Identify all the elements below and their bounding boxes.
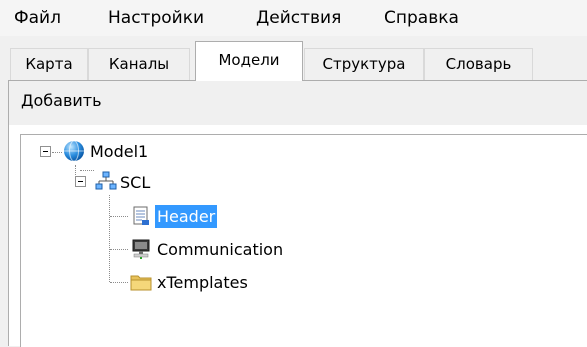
computer-icon xyxy=(132,239,150,259)
tree-node-header[interactable]: Header xyxy=(155,205,218,228)
tree-line xyxy=(52,152,62,153)
tree-node-communication[interactable]: Communication xyxy=(155,238,285,261)
globe-icon xyxy=(64,140,84,162)
toolbar: Добавить xyxy=(9,81,587,125)
tab-map[interactable]: Карта xyxy=(10,48,88,81)
tab-channels[interactable]: Каналы xyxy=(88,48,190,81)
menu-actions[interactable]: Действия xyxy=(256,8,341,28)
tab-models[interactable]: Модели xyxy=(195,41,303,81)
tab-dictionary[interactable]: Словарь xyxy=(424,48,533,81)
tree-line xyxy=(109,195,110,282)
folder-icon xyxy=(130,275,152,291)
collapse-scl-toggle[interactable] xyxy=(75,176,86,187)
menu-settings[interactable]: Настройки xyxy=(108,8,204,28)
document-icon xyxy=(133,206,149,225)
menu-help[interactable]: Справка xyxy=(384,8,459,28)
model-tree[interactable]: Model1 SCL Header Communication xTemplat… xyxy=(20,134,587,347)
tree-line xyxy=(110,216,128,217)
network-icon xyxy=(95,171,117,190)
add-button[interactable]: Добавить xyxy=(21,91,102,110)
tree-node-xtemplates[interactable]: xTemplates xyxy=(155,271,250,294)
menu-file[interactable]: Файл xyxy=(14,8,61,28)
tree-line xyxy=(80,170,94,171)
tree-line xyxy=(110,249,128,250)
menu-bar: Файл Настройки Действия Справка xyxy=(0,0,587,36)
tab-structure[interactable]: Структура xyxy=(304,48,424,81)
tree-line xyxy=(110,282,128,283)
models-panel: Добавить Model1 SCL Header Communication… xyxy=(8,80,587,347)
collapse-model1-toggle[interactable] xyxy=(40,146,51,157)
tree-node-scl[interactable]: SCL xyxy=(118,171,152,194)
tree-node-model1[interactable]: Model1 xyxy=(88,140,150,163)
